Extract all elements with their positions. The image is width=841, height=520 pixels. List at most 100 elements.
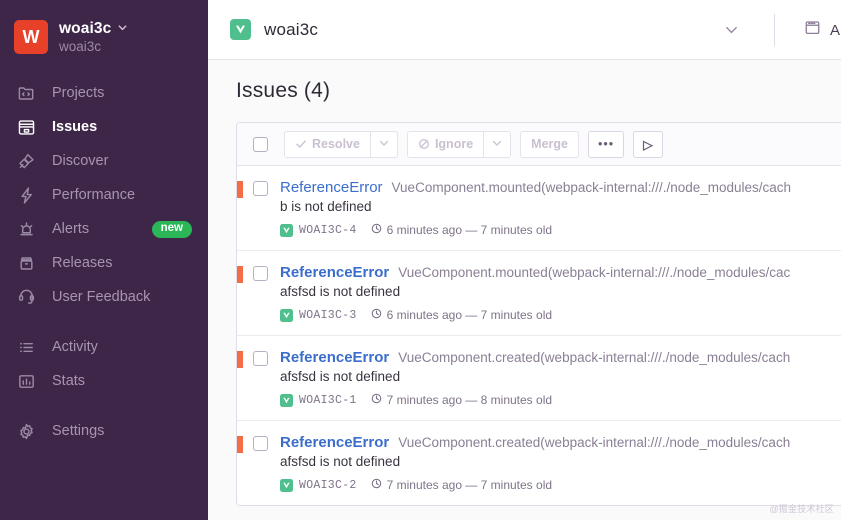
app-root: W woai3c woai3c <box>0 0 841 520</box>
sidebar-item-discover[interactable]: Discover <box>0 144 208 178</box>
releases-icon <box>14 251 38 275</box>
sidebar-item-releases[interactable]: Releases <box>0 246 208 280</box>
sidebar-item-label: Performance <box>52 187 135 203</box>
sidebar-item-stats[interactable]: Stats <box>0 364 208 398</box>
calendar-icon <box>804 19 821 41</box>
issue-time: 7 minutes ago — 8 minutes old <box>371 391 552 409</box>
vue-logo-icon <box>230 19 251 40</box>
issue-message: afsfsd is not defined <box>280 454 841 469</box>
nav-divider <box>0 398 208 414</box>
nav-divider <box>0 314 208 330</box>
issue-type-link[interactable]: ReferenceError <box>280 434 389 451</box>
clock-icon <box>371 391 382 409</box>
issue-row[interactable]: ReferenceError VueComponent.created(webp… <box>237 421 841 505</box>
clock-icon <box>371 476 382 494</box>
issues-toolbar: Resolve <box>237 123 841 166</box>
issue-type-link[interactable]: ReferenceError <box>280 349 389 366</box>
chevron-down-icon <box>378 137 390 152</box>
sidebar-item-user-feedback[interactable]: User Feedback <box>0 280 208 314</box>
realtime-play-button[interactable]: ▷ <box>633 131 663 158</box>
issue-time-text: 6 minutes ago — 7 minutes old <box>387 223 552 237</box>
project-dropdown-chevron-icon[interactable] <box>723 21 740 43</box>
vue-logo-icon <box>280 394 293 407</box>
issue-message: b is not defined <box>280 199 841 214</box>
resolve-button[interactable]: Resolve <box>284 131 371 158</box>
ignore-button[interactable]: Ignore <box>407 131 484 158</box>
sidebar-item-projects[interactable]: Projects <box>0 76 208 110</box>
issue-level-indicator <box>237 266 243 283</box>
nav-group-primary: Projects Issues <box>0 76 208 314</box>
sidebar-item-performance[interactable]: Performance <box>0 178 208 212</box>
org-avatar: W <box>14 20 48 54</box>
issue-short-id: WOAI3C-3 <box>299 309 357 322</box>
sidebar-item-label: Settings <box>52 423 104 439</box>
more-actions-button[interactable]: ••• <box>588 131 624 158</box>
sidebar-item-label: Releases <box>52 255 112 271</box>
sidebar-item-label: User Feedback <box>52 289 150 305</box>
date-range-selector[interactable]: A <box>804 0 840 60</box>
issue-checkbox[interactable] <box>253 351 268 366</box>
clock-icon <box>371 221 382 239</box>
issue-body: ReferenceError VueComponent.mounted(webp… <box>280 179 841 239</box>
sidebar-item-label: Projects <box>52 85 104 101</box>
vue-logo-icon <box>280 479 293 492</box>
issue-row[interactable]: ReferenceError VueComponent.created(webp… <box>237 336 841 421</box>
issue-meta: WOAI3C-2 7 minutes ago — 7 minutes old <box>280 476 841 494</box>
org-name-line: woai3c <box>59 20 128 38</box>
issue-row[interactable]: ReferenceError VueComponent.mounted(webp… <box>237 251 841 336</box>
issues-page: Issues (4) Sort by: Last S Resolve <box>208 60 841 506</box>
ignore-button-group: Ignore <box>407 131 511 158</box>
topbar: woai3c A <box>208 0 841 60</box>
merge-button[interactable]: Merge <box>520 131 579 158</box>
issues-panel: Resolve <box>236 122 841 506</box>
vue-logo-icon <box>280 309 293 322</box>
issue-checkbox[interactable] <box>253 266 268 281</box>
resolve-dropdown-button[interactable] <box>371 131 398 158</box>
issue-culprit: VueComponent.created(webpack-internal://… <box>398 435 790 450</box>
performance-icon <box>14 183 38 207</box>
sidebar-item-settings[interactable]: Settings <box>0 414 208 448</box>
issue-type-link[interactable]: ReferenceError <box>280 264 389 281</box>
settings-icon <box>14 419 38 443</box>
org-slug: woai3c <box>59 39 128 54</box>
stats-icon <box>14 369 38 393</box>
select-all-checkbox[interactable] <box>253 137 268 152</box>
check-icon <box>295 138 307 150</box>
ignore-button-label: Ignore <box>435 137 473 151</box>
sidebar-item-activity[interactable]: Activity <box>0 330 208 364</box>
play-icon: ▷ <box>643 137 653 152</box>
ignore-dropdown-button[interactable] <box>484 131 511 158</box>
project-selector[interactable]: woai3c <box>230 19 318 40</box>
issue-title-line: ReferenceError VueComponent.mounted(webp… <box>280 264 841 281</box>
issue-culprit: VueComponent.mounted(webpack-internal://… <box>398 265 790 280</box>
issue-body: ReferenceError VueComponent.created(webp… <box>280 349 841 409</box>
sidebar-item-issues[interactable]: Issues <box>0 110 208 144</box>
issue-time: 7 minutes ago — 7 minutes old <box>371 476 552 494</box>
resolve-button-group: Resolve <box>284 131 398 158</box>
issue-checkbox[interactable] <box>253 181 268 196</box>
sidebar-item-label: Alerts <box>52 221 89 237</box>
chevron-down-icon <box>491 137 503 152</box>
sidebar-item-alerts[interactable]: Alerts new <box>0 212 208 246</box>
org-switcher[interactable]: W woai3c woai3c <box>0 14 208 60</box>
org-text: woai3c woai3c <box>59 20 128 54</box>
issue-title-line: ReferenceError VueComponent.mounted(webp… <box>280 179 841 196</box>
sidebar-item-label: Stats <box>52 373 85 389</box>
issue-type-link[interactable]: ReferenceError <box>280 179 383 196</box>
issue-row[interactable]: ReferenceError VueComponent.mounted(webp… <box>237 166 841 251</box>
page-title: Issues (4) <box>236 79 330 103</box>
issue-short-id: WOAI3C-1 <box>299 394 357 407</box>
issue-checkbox[interactable] <box>253 436 268 451</box>
sidebar-nav: Projects Issues <box>0 76 208 448</box>
issue-time-text: 6 minutes ago — 7 minutes old <box>387 308 552 322</box>
sidebar-item-label: Activity <box>52 339 98 355</box>
date-range-label: A <box>830 22 840 39</box>
mute-icon <box>418 138 430 150</box>
sidebar-item-label: Discover <box>52 153 108 169</box>
issue-time: 6 minutes ago — 7 minutes old <box>371 306 552 324</box>
issue-short-id: WOAI3C-2 <box>299 479 357 492</box>
issue-short-id: WOAI3C-4 <box>299 224 357 237</box>
more-actions-label: ••• <box>598 137 614 151</box>
watermark: @掘金技术社区 <box>769 502 834 515</box>
activity-icon <box>14 335 38 359</box>
